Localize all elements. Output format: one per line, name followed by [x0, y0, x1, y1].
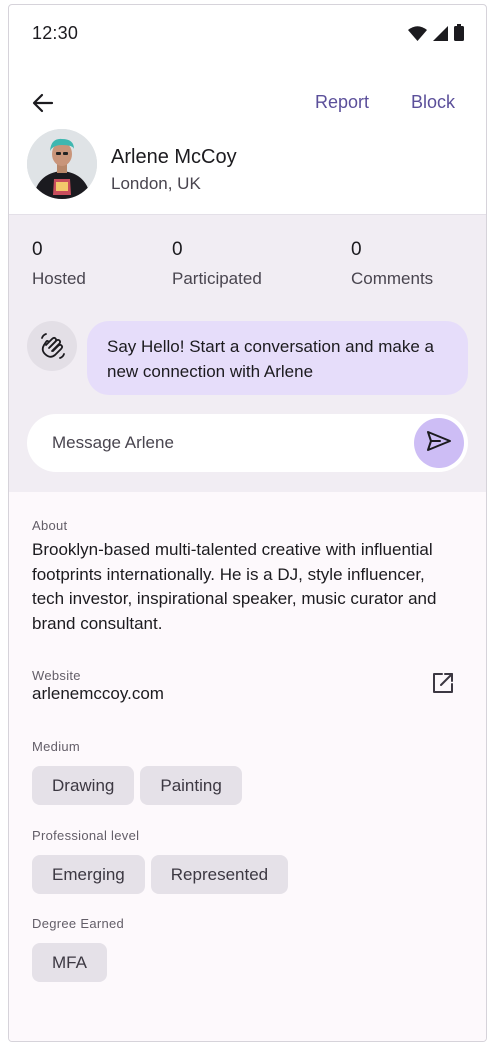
send-button[interactable] — [414, 418, 464, 468]
stat-participated: 0 Participated — [172, 239, 262, 289]
degree-chips: MFA — [32, 943, 107, 982]
wifi-icon — [408, 26, 427, 41]
profile-header: Arlene McCoy London, UK — [9, 125, 486, 215]
profile-location: London, UK — [111, 174, 201, 193]
message-input[interactable]: Message Arlene — [27, 414, 468, 472]
waving-hand-icon — [27, 321, 77, 371]
top-app-bar: Report Block — [9, 85, 486, 125]
message-placeholder: Message Arlene — [52, 433, 174, 452]
profile-details: About Brooklyn-based multi-talented crea… — [9, 492, 486, 1041]
battery-icon — [454, 24, 464, 41]
chip[interactable]: MFA — [32, 943, 107, 982]
profile-screen: 12:30 Report Block Arlene McCoy London, … — [8, 4, 487, 1042]
open-website-button[interactable] — [429, 669, 457, 697]
stat-comments: 0 Comments — [351, 239, 433, 289]
status-icons — [408, 24, 464, 41]
cellular-signal-icon — [433, 26, 448, 41]
stat-value: 0 — [351, 239, 362, 260]
profile-name: Arlene McCoy — [111, 146, 237, 168]
engagement-panel: 0 Hosted 0 Participated 0 Comments Say H… — [9, 214, 486, 492]
arrow-left-icon — [29, 93, 57, 121]
website-link[interactable]: arlenemccoy.com — [32, 684, 164, 704]
stat-hosted: 0 Hosted — [32, 239, 86, 289]
open-in-new-icon — [429, 673, 457, 701]
stat-value: 0 — [32, 239, 43, 260]
report-button[interactable]: Report — [315, 92, 369, 113]
status-bar: 12:30 — [9, 5, 486, 61]
back-button[interactable] — [29, 89, 57, 117]
website-label: Website — [32, 668, 81, 683]
avatar — [27, 129, 97, 199]
degree-label: Degree Earned — [32, 916, 125, 931]
hello-prompt-bubble: Say Hello! Start a conversation and make… — [87, 321, 468, 395]
professional-level-chips: Emerging Represented — [32, 855, 289, 894]
chip[interactable]: Represented — [150, 855, 289, 894]
about-label: About — [32, 518, 68, 533]
stat-label: Comments — [351, 269, 434, 288]
stat-label: Hosted — [32, 269, 86, 288]
send-icon — [426, 430, 452, 457]
chip[interactable]: Painting — [140, 766, 242, 805]
chip[interactable]: Drawing — [32, 766, 135, 805]
about-text: Brooklyn-based multi-talented creative w… — [32, 540, 437, 633]
stat-label: Participated — [172, 269, 262, 288]
medium-chips: Drawing Painting — [32, 766, 242, 805]
medium-label: Medium — [32, 739, 81, 754]
chip[interactable]: Emerging — [32, 855, 145, 894]
status-time: 12:30 — [32, 23, 79, 43]
professional-level-label: Professional level — [32, 828, 140, 843]
block-button[interactable]: Block — [411, 92, 455, 113]
stat-value: 0 — [172, 239, 183, 260]
